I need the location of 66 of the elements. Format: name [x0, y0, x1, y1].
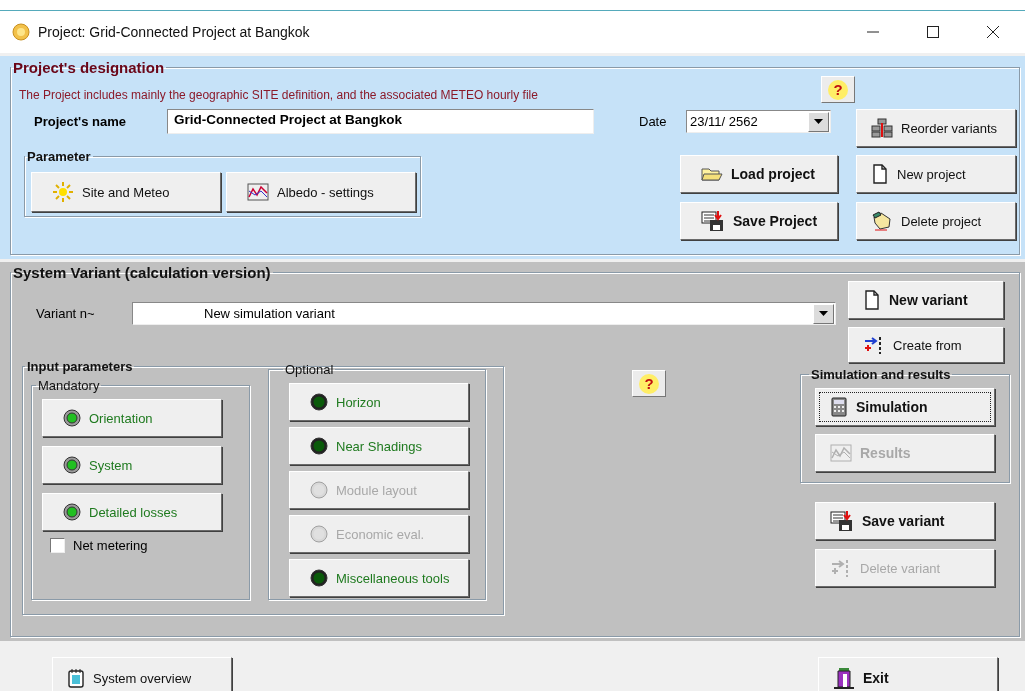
field-label: Project's name — [33, 114, 127, 129]
floppy-icon — [830, 510, 854, 532]
app-icon — [12, 23, 30, 41]
project-name-field[interactable]: Grid-Connected Project at Bangkok — [167, 109, 594, 134]
led-icon — [310, 437, 328, 455]
action-button[interactable]: System overview — [52, 657, 232, 691]
floppy-icon — [701, 210, 725, 232]
field-label: Date — [639, 114, 668, 129]
led-icon — [310, 393, 328, 411]
led-icon — [63, 409, 81, 427]
checkbox-label: Net metering — [73, 538, 148, 553]
parameter-button[interactable]: Horizon — [289, 383, 469, 421]
group-title: Simulation and results — [810, 367, 952, 382]
document-icon — [863, 290, 881, 310]
dropdown-button[interactable] — [808, 111, 829, 132]
help-button[interactable]: ? — [821, 76, 855, 103]
group-title: Input parameters — [26, 359, 134, 374]
action-button[interactable]: Create from — [848, 327, 1004, 363]
action-button[interactable]: Delete project — [856, 202, 1016, 240]
caret-icon — [819, 311, 828, 316]
led-icon — [63, 503, 81, 521]
led-icon — [310, 569, 328, 587]
maximize-icon[interactable] — [926, 25, 940, 39]
action-button[interactable]: Reorder variants — [856, 109, 1016, 147]
action-button[interactable]: New project — [856, 155, 1016, 193]
action-button[interactable]: Simulation — [815, 388, 995, 426]
notebook-icon — [67, 668, 85, 688]
dropdown-button[interactable] — [813, 303, 834, 324]
window-title: Project: Grid-Connected Project at Bangkok — [38, 24, 310, 40]
hierarchy-icon — [871, 118, 893, 138]
chart-icon — [247, 183, 269, 201]
parameter-button[interactable]: Near Shadings — [289, 427, 469, 465]
group-title: Optional — [284, 362, 335, 377]
date-dropdown[interactable]: 23/11/ 2562 — [686, 110, 831, 133]
group-title: Parameter — [26, 149, 92, 164]
action-button[interactable]: Albedo - settings — [226, 172, 416, 212]
action-button[interactable]: Save Project — [680, 202, 838, 240]
action-button[interactable]: New variant — [848, 281, 1004, 319]
caret-icon — [814, 119, 823, 124]
section-title: System Variant (calculation version) — [12, 264, 272, 281]
action-button[interactable]: Save variant — [815, 502, 995, 540]
door-icon — [833, 666, 855, 690]
calculator-icon — [830, 397, 848, 417]
description-text: The Project includes mainly the geographic SITE definition, and the associated METEO hourly file — [19, 88, 538, 102]
net-metering-checkbox[interactable] — [50, 538, 65, 553]
parameter-button[interactable]: Miscellaneous tools — [289, 559, 469, 597]
section-title: Project's designation — [12, 59, 166, 76]
close-icon[interactable] — [986, 25, 1000, 39]
led-icon — [63, 456, 81, 474]
variant-dropdown[interactable]: New simulation variant — [132, 302, 836, 325]
action-button[interactable]: Exit — [818, 657, 998, 691]
sun-icon — [52, 182, 74, 202]
led-icon — [310, 481, 328, 499]
chart-icon — [830, 444, 852, 462]
parameter-button[interactable]: System — [42, 446, 222, 484]
help-button[interactable]: ? — [632, 370, 666, 397]
field-label: Variant n~ — [35, 306, 96, 321]
parameter-button[interactable]: Detailed losses — [42, 493, 222, 531]
parameter-button[interactable]: Orientation — [42, 399, 222, 437]
document-icon — [871, 164, 889, 184]
group-title: Mandatory — [37, 378, 101, 393]
led-icon — [310, 525, 328, 543]
folder-icon — [701, 166, 723, 182]
hand-icon — [871, 211, 893, 231]
action-button[interactable]: Load project — [680, 155, 838, 193]
action-button[interactable]: Site and Meteo — [31, 172, 221, 212]
